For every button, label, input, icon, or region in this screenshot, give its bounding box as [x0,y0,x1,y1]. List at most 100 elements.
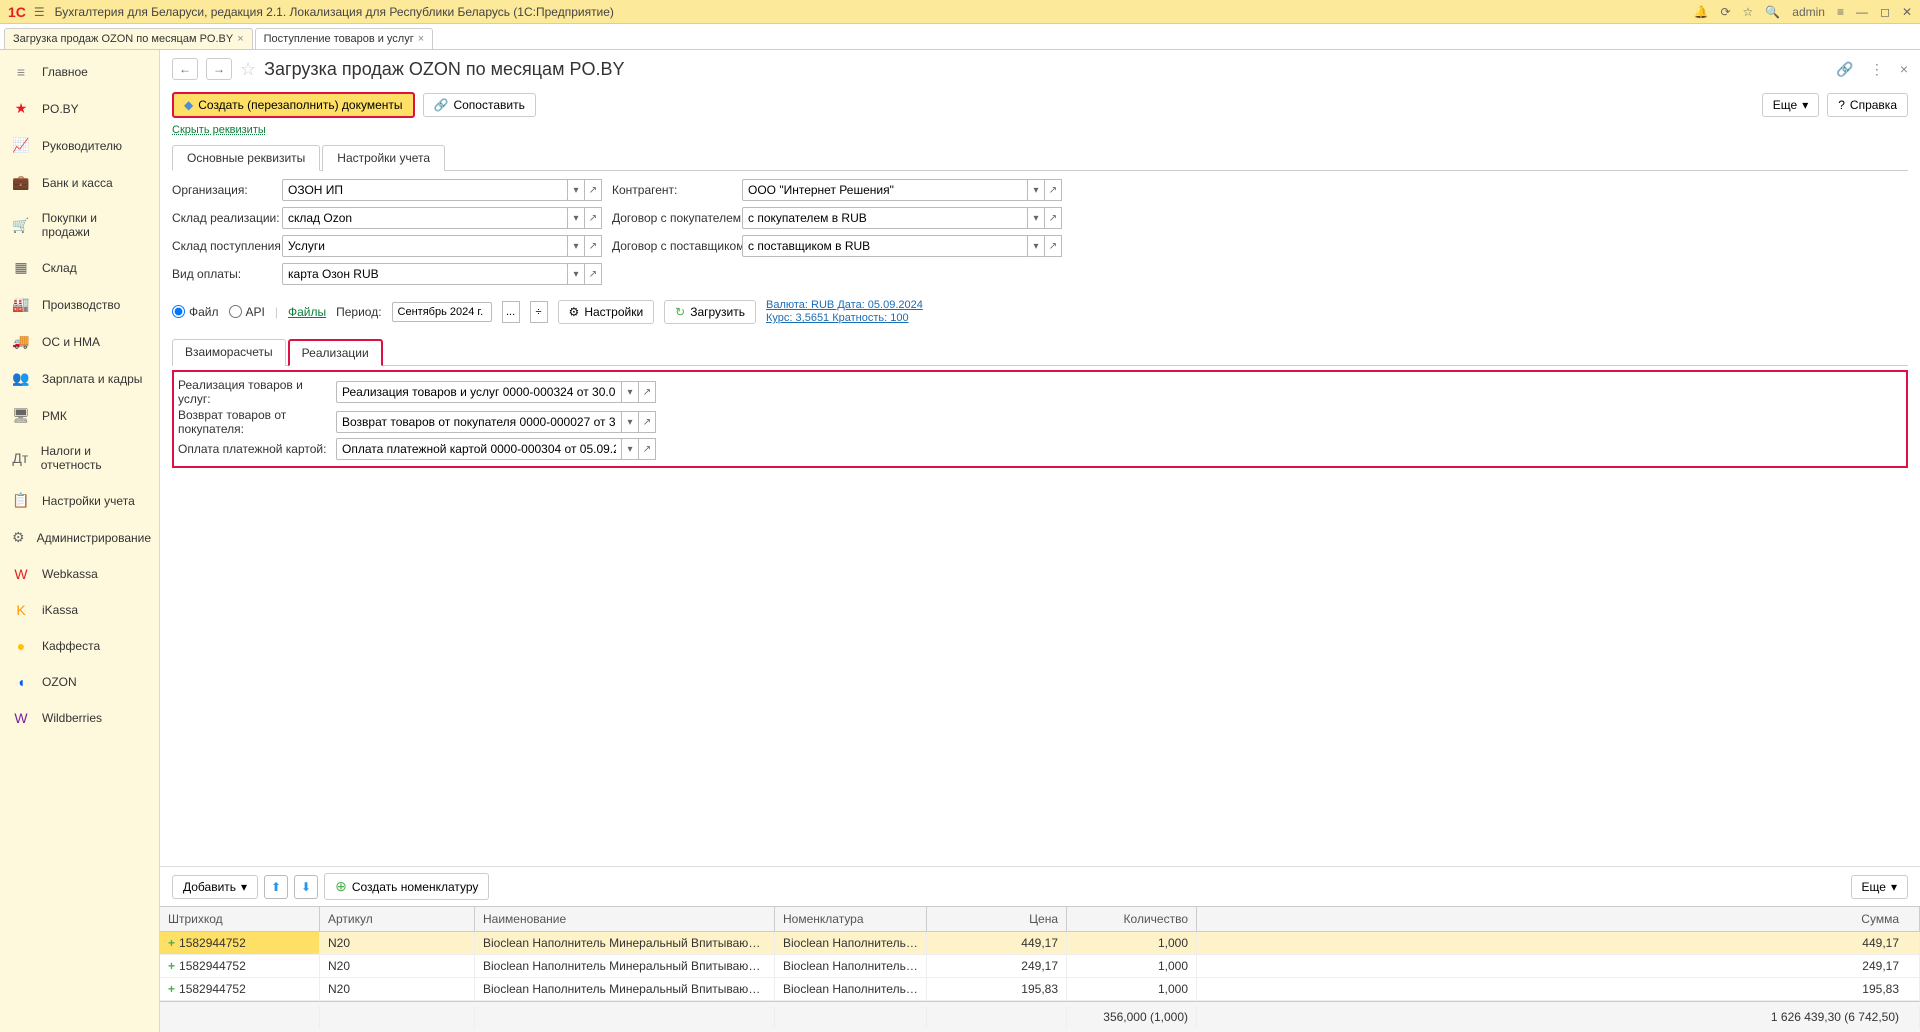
sidebar-item-10[interactable]: ДтНалоги и отчетность [0,434,159,482]
tab-account-settings[interactable]: Настройки учета [322,145,445,171]
dropdown-icon[interactable]: ▾ [567,235,585,257]
dropdown-icon[interactable]: ▾ [567,207,585,229]
dropdown-icon[interactable]: ▾ [621,381,639,403]
create-nomenclature-button[interactable]: ⊕ Создать номенклатуру [324,873,489,900]
table-more-button[interactable]: Еще ▾ [1851,875,1908,899]
warehouse-in-input[interactable] [282,235,568,257]
buyer-contract-input[interactable] [742,207,1028,229]
dropdown-icon[interactable]: ▾ [621,411,639,433]
close-icon[interactable]: × [418,33,424,45]
menu-icon[interactable]: ☰ [34,5,45,19]
open-icon[interactable]: ↗ [638,381,656,403]
currency-info-link[interactable]: Валюта: RUB Дата: 05.09.2024 [766,299,923,311]
open-icon[interactable]: ↗ [1044,235,1062,257]
close-icon[interactable]: × [237,33,243,45]
source-api-radio[interactable]: API [229,305,265,319]
create-refill-button[interactable]: ◆ Создать (перезаполнить) документы [172,92,415,118]
add-button[interactable]: Добавить ▾ [172,875,258,899]
sidebar-item-0[interactable]: ≡Главное [0,54,159,90]
sidebar-item-17[interactable]: WWildberries [0,700,159,736]
open-icon[interactable]: ↗ [584,179,602,201]
warehouse-real-input[interactable] [282,207,568,229]
sidebar-item-3[interactable]: 💼Банк и касса [0,164,159,201]
col-price[interactable]: Цена [927,907,1067,931]
search-icon[interactable]: 🔍 [1765,5,1780,19]
col-sum[interactable]: Сумма [1197,907,1920,931]
col-barcode[interactable]: Штрихкод [160,907,320,931]
compare-button[interactable]: 🔗 Сопоставить [423,93,536,117]
more-button[interactable]: Еще ▾ [1762,93,1819,117]
open-icon[interactable]: ↗ [638,411,656,433]
realization-doc-input[interactable] [336,381,622,403]
subtab-settlements[interactable]: Взаиморасчеты [172,339,286,366]
contractor-input[interactable] [742,179,1028,201]
sidebar-item-13[interactable]: WWebkassa [0,556,159,592]
dropdown-icon[interactable]: ▾ [1027,207,1045,229]
dropdown-icon[interactable]: ▾ [567,179,585,201]
sidebar-item-2[interactable]: 📈Руководителю [0,127,159,164]
sidebar-item-4[interactable]: 🛒Покупки и продажи [0,201,159,249]
tab-main-requisites[interactable]: Основные реквизиты [172,145,320,171]
period-input[interactable] [392,302,492,322]
sidebar-item-5[interactable]: ▦Склад [0,249,159,286]
move-down-button[interactable]: ⬇ [294,875,318,899]
period-stepper-button[interactable]: ÷ [530,301,548,323]
table-row[interactable]: +1582944752N20Bioclean Наполнитель Минер… [160,932,1920,955]
move-up-button[interactable]: ⬆ [264,875,288,899]
table-row[interactable]: +1582944752N20Bioclean Наполнитель Минер… [160,955,1920,978]
sidebar-item-9[interactable]: 🖥РМК [0,397,159,434]
bell-icon[interactable]: 🔔 [1694,5,1709,19]
sidebar-item-11[interactable]: 📋Настройки учета [0,482,159,519]
close-window-icon[interactable]: ✕ [1902,5,1912,19]
table-row[interactable]: +1582944752N20Bioclean Наполнитель Минер… [160,978,1920,1001]
return-doc-input[interactable] [336,411,622,433]
files-link[interactable]: Файлы [288,305,326,319]
sidebar-item-16[interactable]: ◖OZON [0,664,159,700]
sidebar-item-6[interactable]: 🏭Производство [0,286,159,323]
org-input[interactable] [282,179,568,201]
open-icon[interactable]: ↗ [584,207,602,229]
sidebar-item-8[interactable]: 👥Зарплата и кадры [0,360,159,397]
kebab-icon[interactable]: ⋮ [1870,61,1884,78]
open-icon[interactable]: ↗ [1044,179,1062,201]
col-qty[interactable]: Количество [1067,907,1197,931]
settings-button[interactable]: ⚙ Настройки [558,300,655,324]
dropdown-icon[interactable]: ▾ [1027,179,1045,201]
minimize-icon[interactable]: — [1856,5,1868,19]
user-label[interactable]: admin [1792,5,1825,19]
col-article[interactable]: Артикул [320,907,475,931]
dropdown-icon[interactable]: ▾ [1027,235,1045,257]
close-page-icon[interactable]: × [1900,61,1908,77]
source-file-radio[interactable]: Файл [172,305,219,319]
col-nomenclature[interactable]: Номенклатура [775,907,927,931]
window-tab-receipt[interactable]: Поступление товаров и услуг × [255,28,434,49]
settings-icon[interactable]: ≡ [1837,5,1844,19]
open-icon[interactable]: ↗ [1044,207,1062,229]
sidebar-item-15[interactable]: ●Каффеста [0,628,159,664]
history-icon[interactable]: ⟳ [1720,5,1730,19]
nav-back-button[interactable]: ← [172,58,198,80]
link-icon[interactable]: 🔗 [1836,61,1853,78]
period-ellipsis-button[interactable]: ... [502,301,520,323]
hide-requisites-link[interactable]: Скрыть реквизиты [160,122,1920,138]
maximize-icon[interactable]: ◻ [1880,5,1890,19]
dropdown-icon[interactable]: ▾ [567,263,585,285]
payment-type-input[interactable] [282,263,568,285]
star-icon[interactable]: ☆ [1743,5,1754,19]
open-icon[interactable]: ↗ [584,263,602,285]
favorite-star-icon[interactable]: ☆ [240,59,256,80]
window-tab-ozon-load[interactable]: Загрузка продаж OZON по месяцам PO.BY × [4,28,253,49]
sidebar-item-14[interactable]: KiKassa [0,592,159,628]
card-payment-doc-input[interactable] [336,438,622,460]
rate-info-link[interactable]: Курс: 3,5651 Кратность: 100 [766,312,923,324]
sidebar-item-12[interactable]: ⚙Администрирование [0,519,159,556]
open-icon[interactable]: ↗ [584,235,602,257]
sidebar-item-7[interactable]: 🚚ОС и НМА [0,323,159,360]
dropdown-icon[interactable]: ▾ [621,438,639,460]
load-button[interactable]: ↻ Загрузить [664,300,756,324]
subtab-realizations[interactable]: Реализации [288,339,383,366]
help-button[interactable]: ? Справка [1827,93,1908,117]
col-name[interactable]: Наименование [475,907,775,931]
sidebar-item-1[interactable]: ★PO.BY [0,90,159,127]
open-icon[interactable]: ↗ [638,438,656,460]
